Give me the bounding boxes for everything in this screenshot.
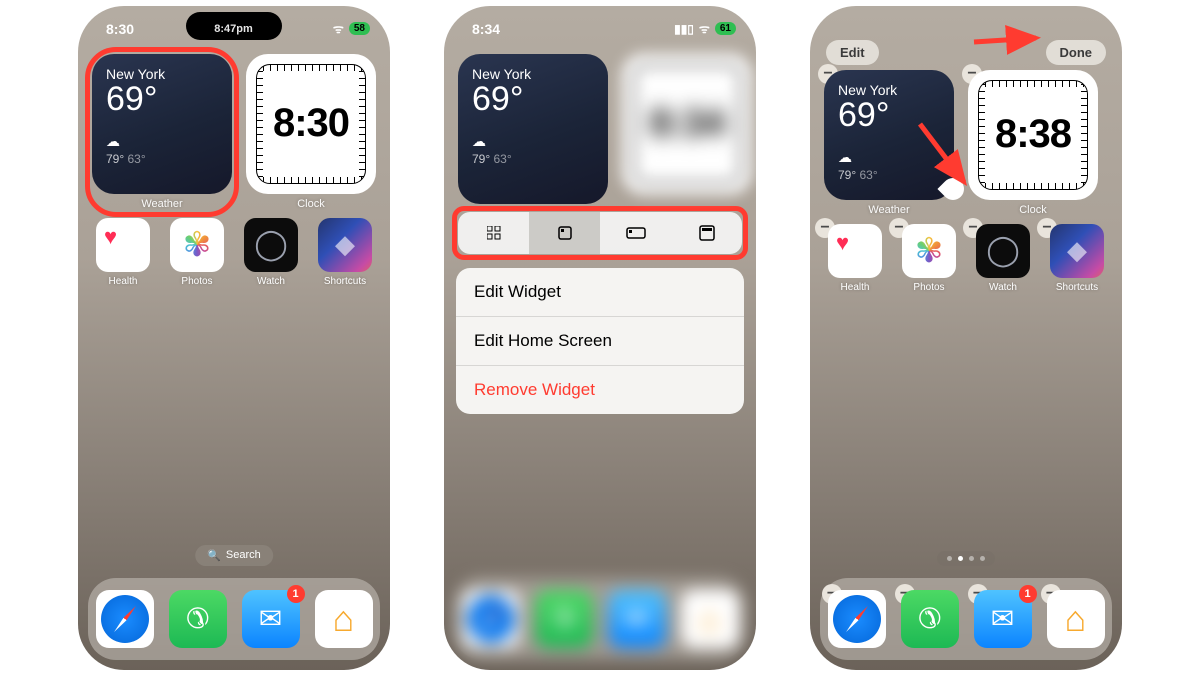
weather-widget[interactable]: New York 69° ☁︎ 79° 63°: [458, 54, 608, 204]
shortcuts-icon: [1050, 224, 1104, 278]
search-icon: 🔍: [207, 549, 221, 562]
watch-icon: [244, 218, 298, 272]
clock-widget-col: 8:30 Clock: [246, 54, 376, 210]
app-watch[interactable]: −Watch: [969, 224, 1037, 293]
weather-range: 79° 63°: [472, 152, 594, 166]
photos-icon: [170, 218, 224, 272]
weather-range: 79° 63°: [838, 168, 940, 182]
photos-icon: [902, 224, 956, 278]
mail-badge: 1: [1019, 585, 1037, 603]
size-medium-rect[interactable]: [600, 212, 671, 254]
weather-widget[interactable]: New York 69° ☁︎ 79° 63°: [92, 54, 232, 194]
weather-temp: 69°: [106, 80, 218, 119]
dock-phone[interactable]: [169, 590, 227, 648]
done-button[interactable]: Done: [1046, 40, 1107, 65]
dock-mail: [608, 590, 666, 648]
status-bar: 8:34 ▮▮▯ ᯤ 61: [444, 6, 756, 44]
weather-range: 79° 63°: [106, 152, 218, 166]
dock-mail[interactable]: 1: [242, 590, 300, 648]
search-button[interactable]: 🔍 Search: [195, 545, 273, 566]
dock-safari[interactable]: [828, 590, 886, 648]
clock-time: 8:30: [273, 101, 349, 146]
dock: 1: [88, 578, 380, 660]
app-row: Health Photos Watch Shortcuts: [78, 212, 390, 287]
shortcuts-icon: [318, 218, 372, 272]
status-icons: ▮▮▯ ᯤ 61: [674, 20, 736, 37]
health-icon: [828, 224, 882, 278]
context-menu: Edit Widget Edit Home Screen Remove Widg…: [456, 268, 744, 414]
dock-blurred: [454, 578, 746, 660]
signal-icon: ▮▮▯: [674, 22, 694, 36]
wifi-icon: ᯤ: [699, 20, 710, 37]
widget-size-picker: [458, 212, 742, 254]
clock-widget[interactable]: 8:38: [968, 70, 1098, 200]
iphone-screen-3: Edit Done − New York 69° ☁︎ 79° 63° Weat…: [810, 6, 1122, 670]
dock-home: [681, 590, 739, 648]
weather-widget[interactable]: New York 69° ☁︎ 79° 63°: [824, 70, 954, 200]
dock-safari: [462, 590, 520, 648]
cloud-icon: ☁︎: [472, 133, 594, 150]
dock-phone[interactable]: [901, 590, 959, 648]
clock-widget-label: Clock: [297, 198, 325, 210]
weather-widget-label: Weather: [141, 198, 182, 210]
watch-icon: [976, 224, 1030, 278]
app-watch[interactable]: Watch: [237, 218, 305, 287]
dock-home[interactable]: [1047, 590, 1105, 648]
weather-temp: 69°: [472, 80, 594, 119]
dock-mail[interactable]: 1: [974, 590, 1032, 648]
app-row: −Health −Photos −Watch −Shortcuts: [810, 218, 1122, 293]
weather-temp: 69°: [838, 96, 940, 135]
clock-widget-col: − 8:38 Clock: [968, 70, 1098, 216]
status-center-time: 8:47pm: [214, 23, 253, 35]
menu-edit-home-screen[interactable]: Edit Home Screen: [456, 317, 744, 366]
status-icons: ᯤ 58: [333, 20, 370, 37]
app-health[interactable]: Health: [89, 218, 157, 287]
dock-phone: [535, 590, 593, 648]
app-photos[interactable]: −Photos: [895, 224, 963, 293]
battery-indicator: 61: [715, 22, 736, 35]
dock: − − −1 −: [820, 578, 1112, 660]
dock-home[interactable]: [315, 590, 373, 648]
health-icon: [96, 218, 150, 272]
clock-widget: 8:34: [622, 54, 752, 194]
weather-widget-label: Weather: [868, 204, 909, 216]
status-time: 8:34: [472, 21, 500, 37]
app-shortcuts[interactable]: Shortcuts: [311, 218, 379, 287]
weather-widget-highlighted: New York 69° ☁︎ 79° 63° Weather: [92, 54, 232, 210]
battery-indicator: 58: [349, 22, 370, 35]
weather-widget-col: New York 69° ☁︎ 79° 63°: [458, 54, 608, 204]
iphone-screen-2: 8:34 ▮▮▯ ᯤ 61 New York 69° ☁︎ 79° 63° 8:…: [444, 6, 756, 670]
app-health[interactable]: −Health: [821, 224, 889, 293]
clock-widget-label: Clock: [1019, 204, 1047, 216]
page-indicator[interactable]: [937, 551, 995, 566]
app-shortcuts[interactable]: −Shortcuts: [1043, 224, 1111, 293]
status-time: 8:30: [106, 21, 134, 37]
size-picker-highlighted: [452, 206, 748, 260]
clock-widget-blurred: 8:34: [622, 54, 752, 204]
cloud-icon: ☁︎: [838, 149, 940, 166]
cloud-icon: ☁︎: [106, 133, 218, 150]
size-large-rect[interactable]: [671, 212, 742, 254]
app-photos[interactable]: Photos: [163, 218, 231, 287]
wifi-icon: ᯤ: [333, 20, 344, 37]
clock-widget[interactable]: 8:30: [246, 54, 376, 194]
iphone-screen-1: 8:30 8:47pm ᯤ 58 New York 69° ☁︎ 79° 63°…: [78, 6, 390, 670]
size-small-square[interactable]: [529, 212, 600, 254]
size-small-grid[interactable]: [458, 212, 529, 254]
menu-edit-widget[interactable]: Edit Widget: [456, 268, 744, 317]
dock-safari[interactable]: [96, 590, 154, 648]
clock-time: 8:38: [995, 112, 1071, 157]
mail-badge: 1: [287, 585, 305, 603]
edit-button[interactable]: Edit: [826, 40, 879, 65]
weather-widget-col: − New York 69° ☁︎ 79° 63° Weather: [824, 70, 954, 216]
menu-remove-widget[interactable]: Remove Widget: [456, 366, 744, 414]
